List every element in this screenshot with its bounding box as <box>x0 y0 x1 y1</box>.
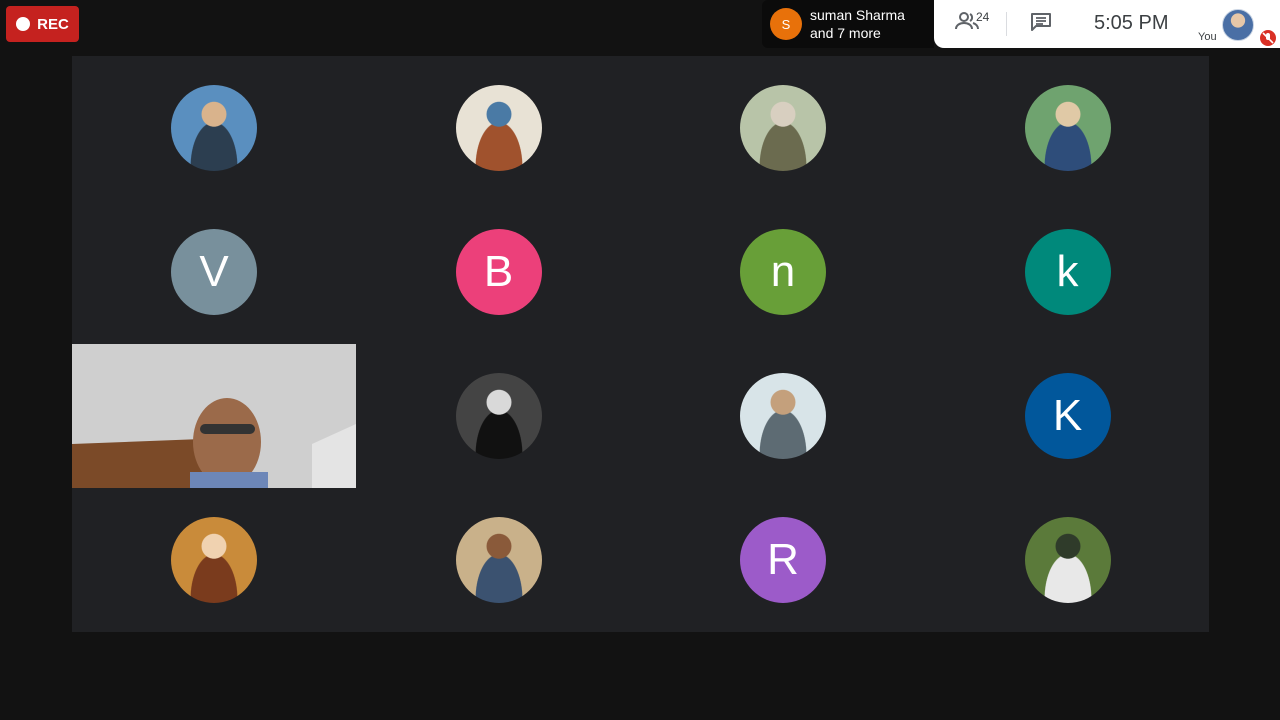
chat-icon <box>1031 13 1051 31</box>
participant-initial-avatar: k <box>1024 229 1111 315</box>
participant-tile[interactable]: n <box>641 200 925 344</box>
recording-badge[interactable]: REC <box>6 6 79 42</box>
participant-tile[interactable] <box>72 56 356 200</box>
joined-more: and 7 more <box>810 25 881 41</box>
participant-photo-icon <box>740 85 826 171</box>
participant-initial-avatar: R <box>740 517 826 603</box>
participant-tile[interactable]: k <box>926 200 1210 344</box>
participant-tile[interactable] <box>357 344 641 488</box>
participant-tile[interactable] <box>641 56 925 200</box>
chat-button[interactable] <box>1030 12 1056 36</box>
clock: 5:05 PM <box>1094 12 1169 34</box>
participant-count: 24 <box>976 10 990 24</box>
joined-name: suman Sharma <box>810 7 905 23</box>
recording-label: REC <box>37 15 69 33</box>
participant-photo-icon <box>1024 517 1111 603</box>
participant-tile[interactable] <box>72 488 356 632</box>
participant-tile[interactable]: K <box>926 344 1210 488</box>
participant-tile[interactable] <box>357 488 641 632</box>
participant-grid: V Bn kK R <box>72 56 1209 632</box>
participant-photo-icon <box>171 517 257 603</box>
participant-initial-avatar: B <box>455 229 542 315</box>
toolbar-divider <box>1006 12 1007 36</box>
self-avatar <box>1222 9 1254 41</box>
record-dot-icon <box>16 17 31 31</box>
live-video-feed <box>72 344 356 488</box>
participant-tile[interactable] <box>926 488 1210 632</box>
participant-photo-icon <box>455 517 542 603</box>
self-label: You <box>1198 31 1217 43</box>
mic-off-icon <box>1260 30 1276 46</box>
participant-initial-avatar: K <box>1024 373 1111 459</box>
participant-tile[interactable] <box>926 56 1210 200</box>
top-toolbar: 24 5:05 PM You <box>934 0 1280 48</box>
participant-photo-icon <box>455 373 542 459</box>
participant-photo-icon <box>171 85 257 171</box>
participant-initial-avatar: V <box>171 229 257 315</box>
joined-avatar: S <box>770 8 802 40</box>
participant-tile[interactable]: R <box>641 488 925 632</box>
join-notification: S suman Sharma and 7 more <box>762 0 934 48</box>
participant-photo-icon <box>740 373 826 459</box>
participant-tile[interactable] <box>357 56 641 200</box>
participant-tile[interactable]: B <box>357 200 641 344</box>
participant-tile[interactable] <box>72 344 356 488</box>
participant-photo-icon <box>455 85 542 171</box>
joined-text: suman Sharma and 7 more <box>810 6 905 42</box>
self-view[interactable]: You <box>1194 0 1280 48</box>
participant-tile[interactable]: V <box>72 200 356 344</box>
participant-initial-avatar: n <box>740 229 826 315</box>
participant-photo-icon <box>1024 85 1111 171</box>
participant-tile[interactable] <box>641 344 925 488</box>
